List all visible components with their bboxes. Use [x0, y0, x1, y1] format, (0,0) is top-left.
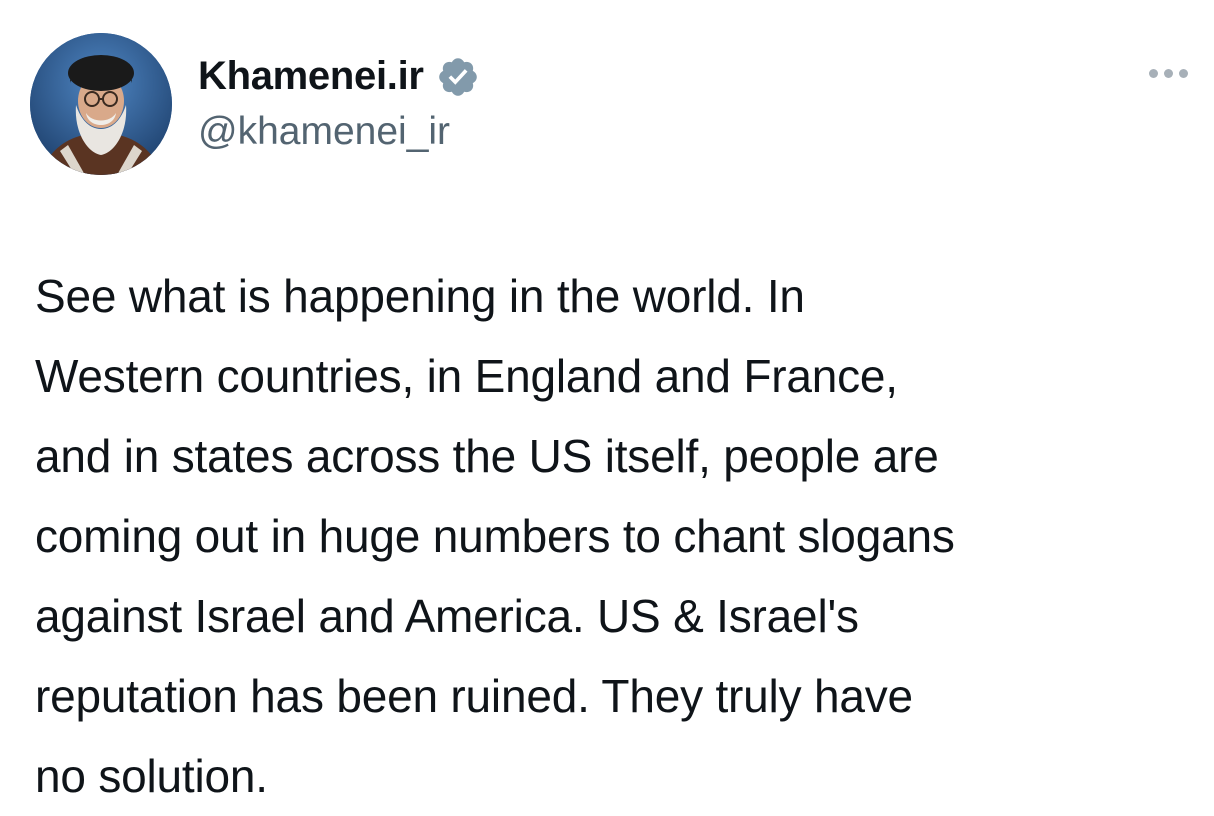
verified-badge-icon: [436, 55, 480, 99]
tweet-text-line: coming out in huge numbers to chant slog…: [35, 510, 955, 562]
tweet-text-line: no solution.: [35, 750, 268, 802]
more-options-icon[interactable]: [1140, 58, 1196, 88]
tweet-text: See what is happening in the world. In W…: [35, 256, 1195, 816]
avatar[interactable]: [30, 33, 172, 175]
tweet-card: Khamenei.ir @khamenei_ir See what is hap…: [0, 0, 1214, 810]
tweet-text-line: reputation has been ruined. They truly h…: [35, 670, 913, 722]
tweet-text-line: Western countries, in England and France…: [35, 350, 898, 402]
author-name-row: Khamenei.ir: [198, 48, 480, 104]
tweet-text-line: See what is happening in the world. In: [35, 270, 805, 322]
more-dot: [1178, 68, 1188, 78]
author-display-name[interactable]: Khamenei.ir: [198, 56, 424, 96]
more-dot: [1148, 68, 1158, 78]
tweet-text-line: and in states across the US itself, peop…: [35, 430, 939, 482]
more-dot: [1163, 68, 1173, 78]
author-handle[interactable]: @khamenei_ir: [198, 112, 450, 151]
tweet-text-line: against Israel and America. US & Israel'…: [35, 590, 859, 642]
avatar-portrait-icon: [30, 33, 172, 175]
